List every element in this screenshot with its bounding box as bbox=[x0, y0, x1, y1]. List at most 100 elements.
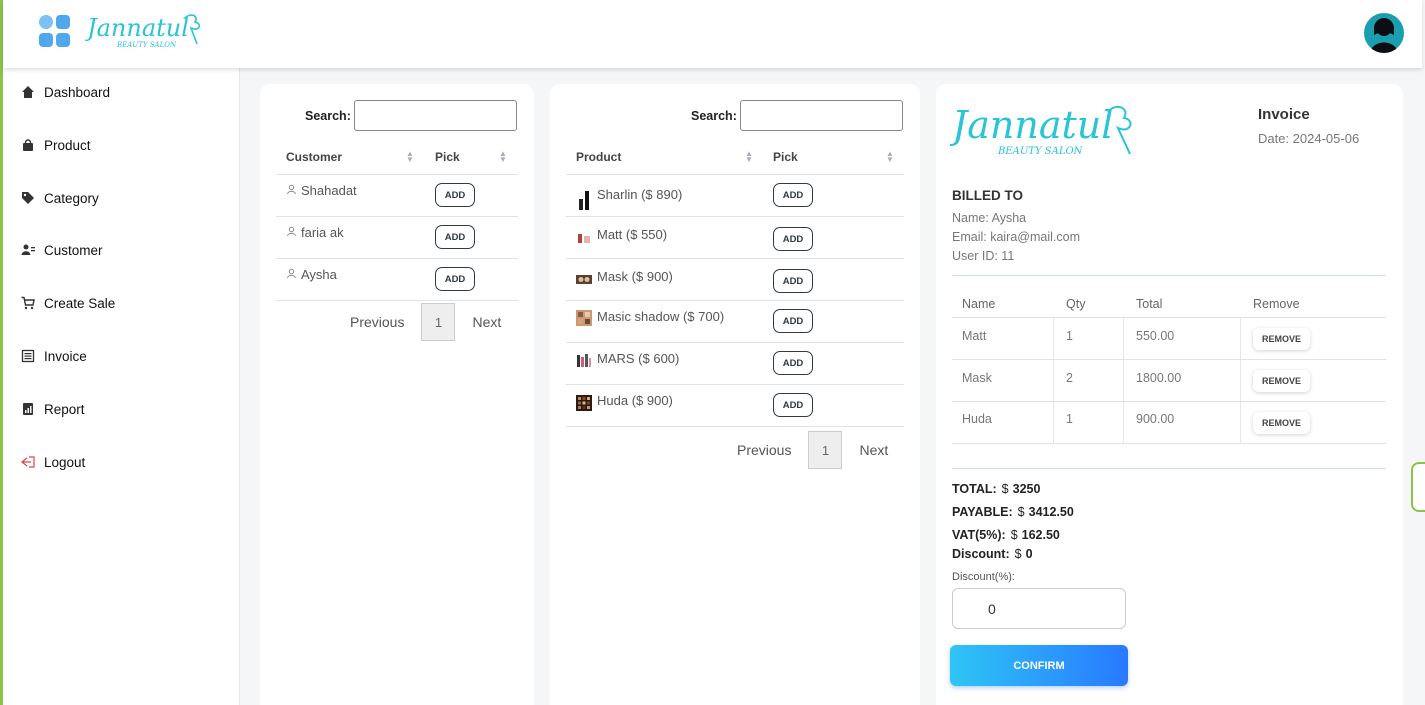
svg-text:Jannatul: Jannatul bbox=[85, 14, 189, 42]
remove-item-button[interactable]: REMOVE bbox=[1253, 370, 1310, 392]
product-table-header: Product ▲ ▼ Pick ▲ ▼ bbox=[566, 139, 904, 175]
product-name: Sharlin ($ 890) bbox=[597, 187, 683, 202]
add-product-button[interactable]: ADD bbox=[773, 227, 813, 251]
column-header-total: Total bbox=[1136, 297, 1163, 311]
svg-text:Jannatul: Jannatul bbox=[950, 103, 1113, 147]
discount-percent-input[interactable] bbox=[952, 588, 1126, 629]
invoice-date: Date: 2024-05-06 bbox=[1258, 131, 1360, 146]
home-icon bbox=[22, 86, 34, 98]
vat-label: VAT(5%): bbox=[952, 528, 1006, 542]
discount-value: 0 bbox=[1025, 547, 1033, 561]
sidebar-item-invoice[interactable]: Invoice bbox=[3, 341, 240, 371]
product-thumbnail bbox=[579, 191, 589, 210]
item-total: 1800.00 bbox=[1136, 371, 1182, 385]
summary-payable: PAYABLE: $3412.50 bbox=[952, 505, 1074, 519]
user-avatar[interactable] bbox=[1364, 13, 1404, 53]
currency-symbol: $ bbox=[1001, 482, 1009, 496]
invoice-row: Huda 1 900.00 REMOVE bbox=[952, 402, 1386, 444]
product-search-input[interactable] bbox=[739, 100, 903, 131]
invoice-panel: Jannatul BEAUTY SALON Invoice Date: 2024… bbox=[936, 84, 1403, 705]
total-label: TOTAL: bbox=[952, 482, 997, 496]
page-number-button[interactable]: 1 bbox=[421, 303, 456, 341]
confirm-button[interactable]: CONFIRM bbox=[950, 645, 1128, 686]
table-row: faria ak ADD bbox=[276, 217, 518, 259]
apps-grid-icon[interactable] bbox=[39, 15, 71, 47]
sidebar-item-label: Invoice bbox=[44, 348, 87, 364]
summary-total: TOTAL: $3250 bbox=[952, 482, 1040, 496]
floating-widget-tab[interactable] bbox=[1411, 462, 1425, 512]
item-qty: 1 bbox=[1066, 329, 1073, 343]
previous-page-button[interactable]: Previous bbox=[350, 314, 404, 330]
product-panel: Search: Product ▲ ▼ Pick ▲ ▼ Sharlin ($ 89… bbox=[550, 84, 920, 705]
search-label: Search: bbox=[305, 108, 351, 123]
product-thumbnail bbox=[578, 234, 590, 243]
table-row: Aysha ADD bbox=[276, 259, 518, 301]
customer-panel: Search: Customer ▲ ▼ Pick ▲ ▼ Shahadat ADD… bbox=[260, 84, 534, 705]
person-icon bbox=[286, 267, 297, 282]
table-row: Matt ($ 550) ADD bbox=[566, 217, 904, 259]
sort-icon[interactable]: ▲ ▼ bbox=[499, 150, 507, 164]
column-header-customer[interactable]: Customer bbox=[286, 150, 342, 164]
person-icon bbox=[286, 183, 297, 198]
table-row: Mask ($ 900) ADD bbox=[566, 259, 904, 301]
page-number-button[interactable]: 1 bbox=[808, 431, 843, 469]
product-name: MARS ($ 600) bbox=[597, 351, 680, 366]
table-row: MARS ($ 600) ADD bbox=[566, 343, 904, 385]
add-customer-button[interactable]: ADD bbox=[435, 183, 475, 207]
add-product-button[interactable]: ADD bbox=[773, 393, 813, 417]
column-header-qty: Qty bbox=[1066, 297, 1086, 311]
sidebar-item-label: Logout bbox=[44, 454, 86, 470]
add-customer-button[interactable]: ADD bbox=[435, 267, 475, 291]
sort-icon[interactable]: ▲ ▼ bbox=[745, 150, 753, 164]
item-qty: 2 bbox=[1066, 371, 1073, 385]
sidebar-item-create-sale[interactable]: Create Sale bbox=[3, 288, 240, 318]
customer-search-input[interactable] bbox=[353, 100, 517, 131]
brand-logo[interactable]: Jannatul BEAUTY SALON bbox=[85, 10, 205, 52]
sidebar-item-logout[interactable]: Logout bbox=[3, 447, 240, 477]
product-name: Mask ($ 900) bbox=[597, 269, 673, 284]
table-row: Masic shadow ($ 700) ADD bbox=[566, 301, 904, 343]
column-header-pick[interactable]: Pick bbox=[773, 150, 798, 164]
sidebar-item-product[interactable]: Product bbox=[3, 130, 240, 160]
product-name: Huda ($ 900) bbox=[597, 393, 673, 408]
product-name: Masic shadow ($ 700) bbox=[597, 309, 725, 324]
sidebar-item-label: Report bbox=[44, 401, 85, 417]
customer-name: Shahadat bbox=[301, 183, 357, 198]
item-total: 550.00 bbox=[1136, 329, 1175, 343]
add-product-button[interactable]: ADD bbox=[773, 351, 813, 375]
remove-item-button[interactable]: REMOVE bbox=[1253, 412, 1310, 434]
column-header-name: Name bbox=[962, 297, 996, 311]
sidebar-item-category[interactable]: Category bbox=[3, 183, 240, 213]
previous-page-button[interactable]: Previous bbox=[737, 442, 791, 458]
add-product-button[interactable]: ADD bbox=[773, 269, 813, 293]
billed-to-heading: BILLED TO bbox=[952, 188, 1024, 203]
search-label: Search: bbox=[691, 108, 737, 123]
sidebar-item-label: Category bbox=[44, 190, 99, 206]
add-product-button[interactable]: ADD bbox=[773, 309, 813, 333]
add-customer-button[interactable]: ADD bbox=[435, 225, 475, 249]
product-thumbnail bbox=[576, 310, 592, 326]
sidebar-item-customer[interactable]: Customer bbox=[3, 235, 240, 265]
discount-percent-label: Discount(%): bbox=[952, 571, 1015, 583]
product-name: Matt ($ 550) bbox=[597, 227, 668, 242]
next-page-button[interactable]: Next bbox=[472, 314, 501, 330]
sort-icon[interactable]: ▲ ▼ bbox=[886, 150, 894, 164]
remove-item-button[interactable]: REMOVE bbox=[1253, 328, 1310, 350]
product-pagination: Previous 1 Next bbox=[737, 431, 888, 469]
product-thumbnail bbox=[577, 354, 591, 367]
summary-discount: Discount: $0 bbox=[952, 547, 1033, 561]
next-page-button[interactable]: Next bbox=[859, 442, 888, 458]
divider bbox=[952, 468, 1386, 469]
column-header-product[interactable]: Product bbox=[576, 150, 621, 164]
sidebar-item-report[interactable]: Report bbox=[3, 394, 240, 424]
product-thumbnail bbox=[576, 395, 592, 411]
divider bbox=[952, 275, 1386, 276]
sidebar-item-dashboard[interactable]: Dashboard bbox=[3, 77, 240, 107]
customer-search: Search: bbox=[305, 100, 517, 131]
column-header-pick[interactable]: Pick bbox=[435, 150, 460, 164]
sort-icon[interactable]: ▲ ▼ bbox=[406, 150, 414, 164]
vat-value: 162.50 bbox=[1021, 528, 1060, 542]
sidebar: Dashboard Product Category Customer Crea… bbox=[3, 68, 240, 705]
item-total: 900.00 bbox=[1136, 412, 1175, 426]
add-product-button[interactable]: ADD bbox=[773, 183, 813, 207]
